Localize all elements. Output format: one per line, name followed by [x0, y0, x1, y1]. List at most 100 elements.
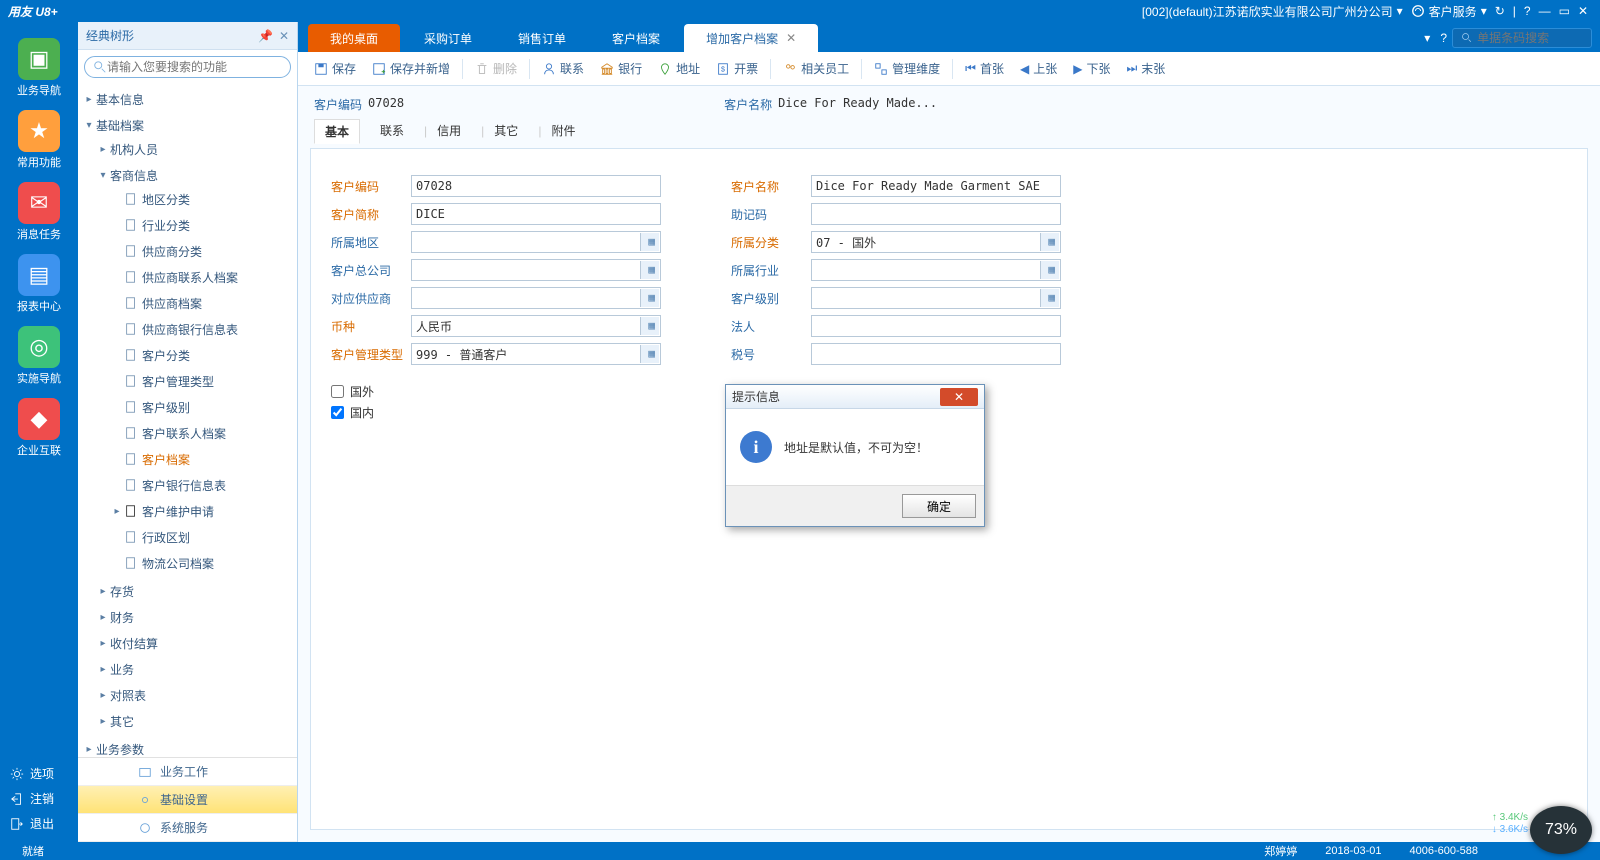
doc-tabs: 我的桌面 采购订单 销售订单 客户档案 增加客户档案✕ ▾ ? — [298, 22, 1600, 52]
input-area[interactable] — [411, 231, 661, 253]
ctab-other[interactable]: 其它 — [471, 119, 528, 144]
dimension-button[interactable]: 管理维度 — [874, 60, 940, 77]
tree-leaf[interactable]: 行政区划 — [112, 526, 297, 548]
tree-leaf[interactable]: 客户分类 — [112, 344, 297, 366]
label-mnemonic: 助记码 — [731, 206, 811, 223]
tree-leaf[interactable]: 客户管理类型 — [112, 370, 297, 392]
barcode-search-input[interactable] — [1477, 31, 1583, 45]
refresh-icon[interactable]: ↻ — [1495, 4, 1505, 18]
close-panel-icon[interactable]: ✕ — [279, 29, 289, 43]
tree-leaf[interactable]: 客户联系人档案 — [112, 422, 297, 444]
tree-node-basicinfo[interactable]: ▸基本信息 — [84, 88, 297, 110]
next-button[interactable]: ▶下张 — [1073, 60, 1110, 77]
tree-node-bizparam[interactable]: ▸业务参数 — [84, 738, 297, 757]
close-button[interactable]: ✕ — [1578, 4, 1588, 18]
input-supplier[interactable] — [411, 287, 661, 309]
company-dropdown-icon[interactable]: ▾ — [1397, 4, 1403, 18]
tab-desktop[interactable]: 我的桌面 — [308, 24, 400, 52]
tree-leaf[interactable]: 客户银行信息表 — [112, 474, 297, 496]
input-mtype[interactable]: 999 - 普通客户 — [411, 343, 661, 365]
tree-leaf[interactable]: 地区分类 — [112, 188, 297, 210]
tab-purchase[interactable]: 采购订单 — [402, 24, 494, 52]
treefoot-setting[interactable]: 基础设置 — [78, 786, 297, 814]
input-cat[interactable]: 07 - 国外 — [811, 231, 1061, 253]
tree-node-inventory[interactable]: ▸存货 — [98, 580, 297, 602]
tree-node-basicfile[interactable]: ▾基础档案 — [84, 114, 297, 136]
tree-node-org[interactable]: ▸机构人员 — [98, 138, 297, 160]
dialog-close-button[interactable]: ✕ — [940, 388, 978, 406]
input-short[interactable]: DICE — [411, 203, 661, 225]
tree-node-receipt[interactable]: ▸收付结算 — [98, 632, 297, 654]
input-industry[interactable] — [811, 259, 1061, 281]
tree-leaf[interactable]: 供应商联系人档案 — [112, 266, 297, 288]
staff-icon — [783, 62, 797, 76]
tree-leaf[interactable]: 行业分类 — [112, 214, 297, 236]
tree-search[interactable] — [84, 56, 291, 78]
help-icon[interactable]: ? — [1524, 4, 1531, 18]
tree-leaf[interactable]: 供应商档案 — [112, 292, 297, 314]
input-legal[interactable] — [811, 315, 1061, 337]
last-button[interactable]: ⏭末张 — [1126, 60, 1165, 77]
tree-node-cust[interactable]: ▾客商信息 — [98, 164, 297, 186]
tab-custfile[interactable]: 客户档案 — [590, 24, 682, 52]
dialog-ok-button[interactable]: 确定 — [902, 494, 976, 518]
input-name[interactable]: Dice For Ready Made Garment SAE — [811, 175, 1061, 197]
input-hq[interactable] — [411, 259, 661, 281]
ctab-credit[interactable]: 信用 — [414, 119, 471, 144]
save-add-button[interactable]: 保存并新增 — [372, 60, 450, 77]
help-icon[interactable]: ? — [1440, 31, 1447, 45]
tree-node-biz[interactable]: ▸业务 — [98, 658, 297, 680]
invoice-button[interactable]: $开票 — [716, 60, 758, 77]
service-label[interactable]: 客户服务 — [1429, 3, 1477, 20]
sidebar-item-impl[interactable]: ◎ 实施导航 — [9, 326, 69, 386]
option-button[interactable]: 选项 — [0, 761, 78, 786]
input-mnemonic[interactable] — [811, 203, 1061, 225]
save-button[interactable]: 保存 — [314, 60, 356, 77]
ctab-attach[interactable]: 附件 — [528, 119, 585, 144]
treefoot-work[interactable]: 业务工作 — [78, 758, 297, 786]
sidebar-item-connect[interactable]: ◆ 企业互联 — [9, 398, 69, 458]
logout-button[interactable]: 注销 — [0, 786, 78, 811]
file-icon — [124, 192, 138, 206]
tab-dropdown-icon[interactable]: ▾ — [1424, 31, 1430, 45]
input-level[interactable] — [811, 287, 1061, 309]
input-currency[interactable]: 人民币 — [411, 315, 661, 337]
tree-node-other[interactable]: ▸其它 — [98, 710, 297, 732]
input-code[interactable]: 07028 — [411, 175, 661, 197]
tree-node-finance[interactable]: ▸财务 — [98, 606, 297, 628]
maximize-button[interactable]: ▭ — [1559, 4, 1570, 18]
minimize-button[interactable]: — — [1539, 4, 1551, 18]
exit-button[interactable]: 退出 — [0, 811, 78, 836]
tab-addcust[interactable]: 增加客户档案✕ — [684, 24, 818, 52]
tree-leaf[interactable]: ▸客户维护申请 — [112, 500, 297, 522]
service-dropdown-icon[interactable]: ▾ — [1481, 4, 1487, 18]
bank-button[interactable]: 银行 — [600, 60, 642, 77]
tree-leaf[interactable]: 客户级别 — [112, 396, 297, 418]
input-tax[interactable] — [811, 343, 1061, 365]
treefoot-service[interactable]: 系统服务 — [78, 814, 297, 842]
sidebar-item-report[interactable]: ▤ 报表中心 — [9, 254, 69, 314]
sidebar-item-fav[interactable]: ★ 常用功能 — [9, 110, 69, 170]
tree-leaf[interactable]: 物流公司档案 — [112, 552, 297, 574]
gear-icon — [10, 767, 24, 781]
tab-sale[interactable]: 销售订单 — [496, 24, 588, 52]
tree-search-input[interactable] — [107, 60, 282, 74]
pin-icon[interactable]: 📌 — [258, 29, 273, 43]
tree-leaf[interactable]: 供应商银行信息表 — [112, 318, 297, 340]
file-icon — [124, 374, 138, 388]
tree-leaf[interactable]: 供应商分类 — [112, 240, 297, 262]
ctab-contact[interactable]: 联系 — [360, 119, 414, 144]
first-button[interactable]: ⏮首张 — [965, 60, 1004, 77]
prev-button[interactable]: ◀上张 — [1020, 60, 1057, 77]
sidebar-item-biznav[interactable]: ▣ 业务导航 — [9, 38, 69, 98]
staff-button[interactable]: 相关员工 — [783, 60, 849, 77]
tree-node-contrast[interactable]: ▸对照表 — [98, 684, 297, 706]
tab-close-icon[interactable]: ✕ — [786, 31, 796, 45]
contact-button[interactable]: 联系 — [542, 60, 584, 77]
address-button[interactable]: 地址 — [658, 60, 700, 77]
ctab-basic[interactable]: 基本 — [314, 119, 360, 144]
barcode-search[interactable] — [1452, 28, 1592, 48]
tree-leaf[interactable]: 客户档案 — [112, 448, 297, 470]
net-monitor-widget[interactable]: 73% — [1530, 806, 1592, 854]
sidebar-item-msg[interactable]: ✉ 消息任务 — [9, 182, 69, 242]
